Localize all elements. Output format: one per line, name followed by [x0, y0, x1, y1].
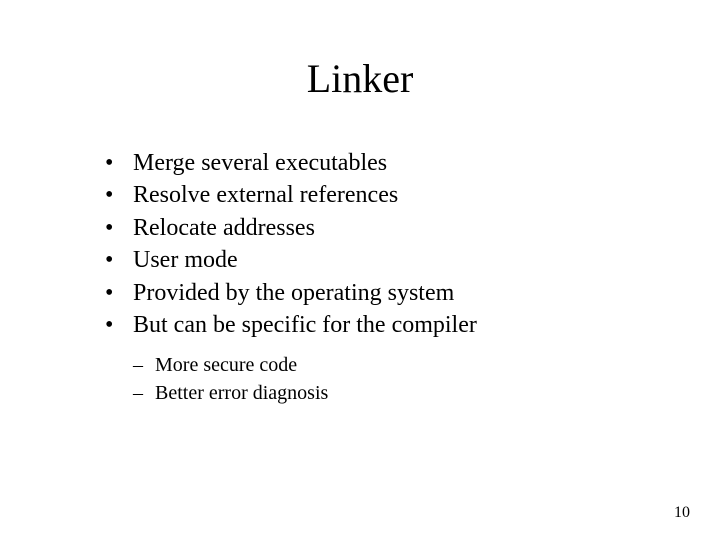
bullet-list: Merge several executables Resolve extern…: [60, 147, 660, 341]
slide: Linker Merge several executables Resolve…: [0, 0, 720, 540]
bullet-item: But can be specific for the compiler: [105, 309, 660, 341]
bullet-item: Resolve external references: [105, 179, 660, 211]
slide-title: Linker: [60, 55, 660, 102]
bullet-item: Relocate addresses: [105, 212, 660, 244]
sub-bullet-list: More secure code Better error diagnosis: [60, 351, 660, 407]
bullet-item: Provided by the operating system: [105, 277, 660, 309]
sub-bullet-item: Better error diagnosis: [133, 379, 660, 407]
bullet-item: Merge several executables: [105, 147, 660, 179]
bullet-item: User mode: [105, 244, 660, 276]
sub-bullet-item: More secure code: [133, 351, 660, 379]
page-number: 10: [674, 504, 690, 522]
